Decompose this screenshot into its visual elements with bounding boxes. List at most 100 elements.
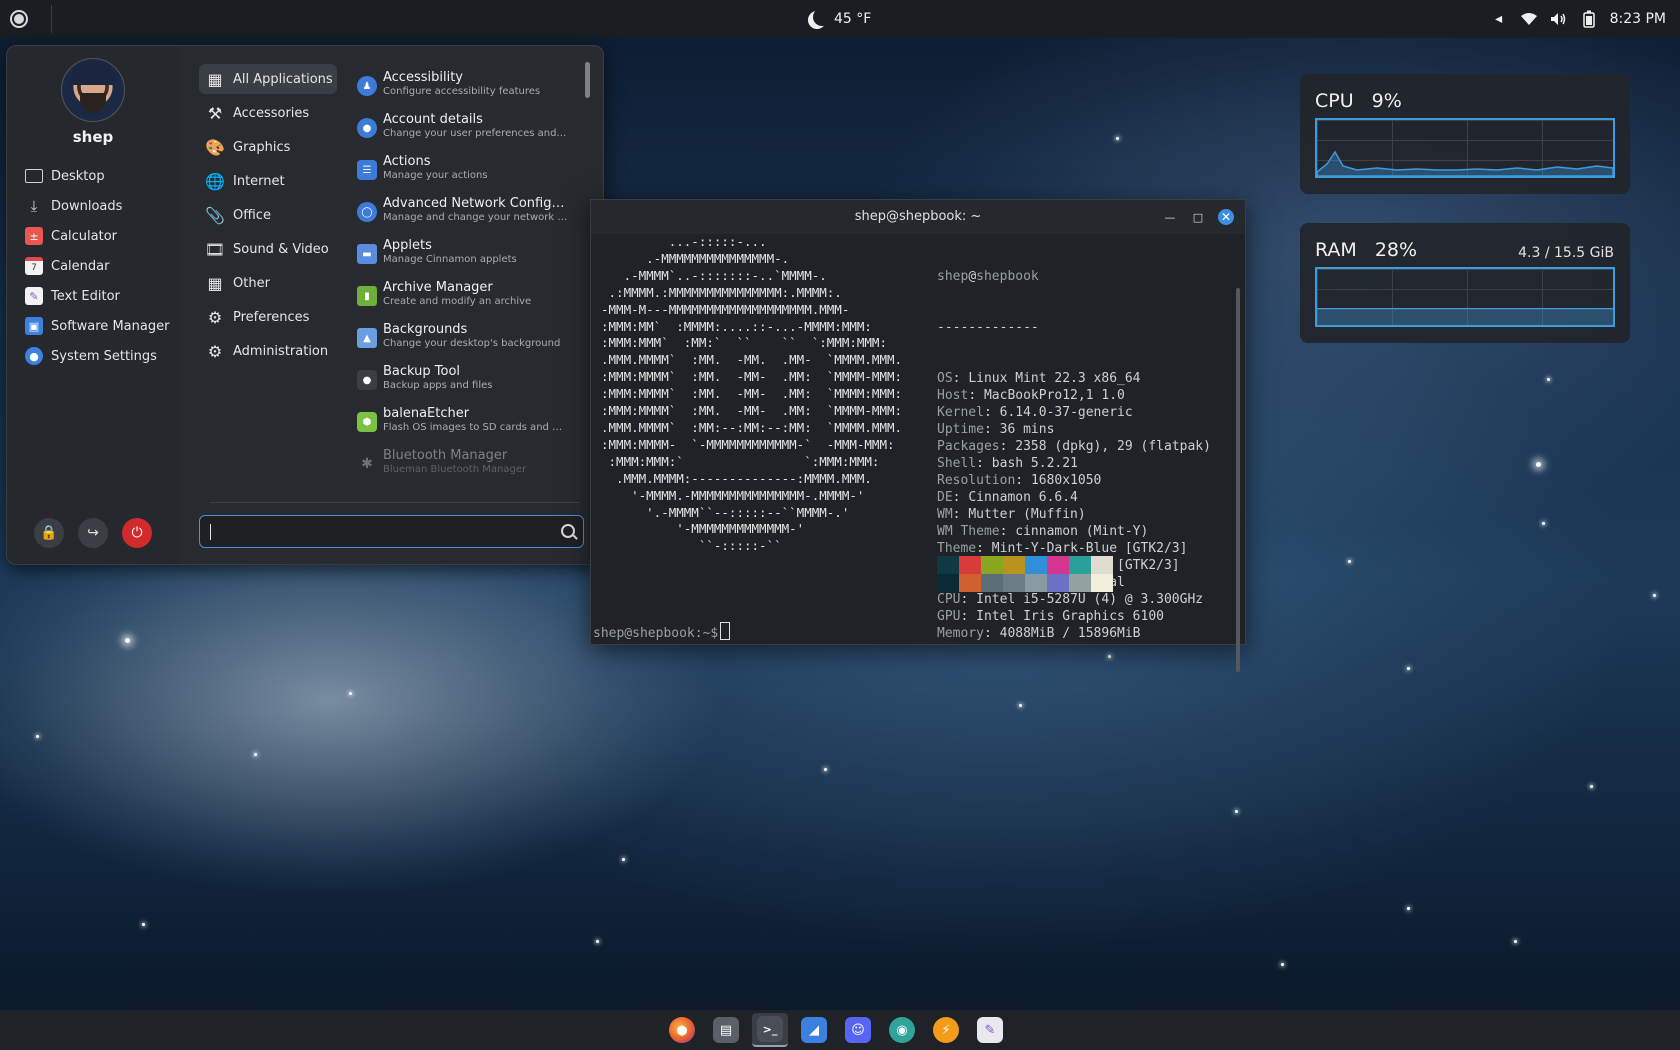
taskbar-terminal[interactable]: >_ xyxy=(752,1013,788,1047)
info-key: Uptime xyxy=(937,422,984,437)
apps-scrollbar[interactable] xyxy=(585,62,590,98)
color-palette xyxy=(937,556,1119,592)
terminal-scrollbar[interactable] xyxy=(1236,288,1240,672)
cpu-percent: 9% xyxy=(1371,90,1402,112)
lock-button[interactable]: 🔒 xyxy=(34,518,64,548)
taskbar-bookmark-app[interactable]: ◢ xyxy=(796,1013,832,1047)
app-account-details[interactable]: ● Account details Change your user prefe… xyxy=(351,112,568,152)
taskbar-bolt-app[interactable]: ⚡ xyxy=(928,1013,964,1047)
maximize-icon: □ xyxy=(1192,210,1204,224)
app-advanced-network[interactable]: ◯ Advanced Network Configura... Manage a… xyxy=(351,196,568,236)
app-backgrounds[interactable]: ▲ Backgrounds Change your desktop's back… xyxy=(351,322,563,362)
taskbar-chat-app[interactable]: ◉ xyxy=(884,1013,920,1047)
taskbar-discord[interactable]: ☺ xyxy=(840,1013,876,1047)
info-line: GPU: Intel Iris Graphics 6100 xyxy=(937,608,1211,625)
main-menu-button[interactable] xyxy=(0,0,38,38)
category-label: All Applications xyxy=(233,71,333,87)
info-value: Intel Iris Graphics 6100 xyxy=(976,609,1164,624)
app-name: Applets xyxy=(383,238,432,253)
info-value: Mint-Y-Dark-Blue [GTK2/3] xyxy=(991,541,1188,556)
info-colon: : xyxy=(983,405,1000,420)
palette-swatch xyxy=(1091,574,1113,592)
maximize-button[interactable]: □ xyxy=(1190,209,1206,225)
info-colon: : xyxy=(960,609,977,624)
info-value: Mutter (Muffin) xyxy=(968,507,1086,522)
backgrounds-icon: ▲ xyxy=(357,328,377,348)
app-backup-tool[interactable]: ● Backup Tool Backup apps and files xyxy=(351,364,563,404)
favorite-label: System Settings xyxy=(51,348,157,364)
info-line: Resolution: 1680x1050 xyxy=(937,472,1211,489)
category-sound-video[interactable]: 🎞 Sound & Video xyxy=(199,234,329,264)
taskbar-text-editor[interactable]: ✎ xyxy=(972,1013,1008,1047)
terminal-content[interactable]: ...-:::::-... .-MMMMMMMMMMMMMMM-. .-MMMM… xyxy=(591,234,1245,672)
category-label: Accessories xyxy=(233,105,310,121)
info-value: Intel i5-5287U (4) @ 3.300GHz xyxy=(976,592,1204,607)
app-description: Change your user preferences and pa... xyxy=(383,128,568,139)
info-colon: : xyxy=(968,388,984,403)
info-line: Theme: Mint-Y-Dark-Blue [GTK2/3] xyxy=(937,540,1211,557)
taskbar-firefox[interactable]: ● xyxy=(664,1013,700,1047)
close-button[interactable]: ✕ xyxy=(1218,209,1234,225)
minimize-button[interactable]: — xyxy=(1162,209,1178,225)
avatar[interactable] xyxy=(61,58,125,122)
etcher-icon: ⬢ xyxy=(357,412,377,432)
app-description: Manage Cinnamon applets xyxy=(383,254,517,265)
info-line: WM: Mutter (Muffin) xyxy=(937,506,1211,523)
info-value: Linux Mint 22.3 x86_64 xyxy=(968,371,1141,386)
menu-search-input[interactable] xyxy=(199,515,584,548)
favorite-calendar[interactable]: 7 Calendar xyxy=(25,252,109,280)
app-accessibility[interactable]: ♟ Accessibility Configure accessibility … xyxy=(351,70,563,110)
category-office[interactable]: 📎 Office xyxy=(199,200,329,230)
cpu-desklet[interactable]: CPU 9% xyxy=(1300,74,1630,194)
shutdown-button[interactable]: ⏻ xyxy=(122,518,152,548)
app-applets[interactable]: ▬ Applets Manage Cinnamon applets xyxy=(351,238,563,278)
settings-icon: ● xyxy=(25,347,43,365)
panel-separator xyxy=(51,5,52,33)
power-icon: ⏻ xyxy=(131,525,143,541)
wifi-icon[interactable] xyxy=(1520,10,1538,28)
app-actions[interactable]: ☰ Actions Manage your actions xyxy=(351,154,563,194)
neofetch-logo: ...-:::::-... .-MMMMMMMMMMMMMMM-. .-MMMM… xyxy=(601,234,903,554)
category-internet[interactable]: 🌐 Internet xyxy=(199,166,329,196)
palette-icon: 🎨 xyxy=(205,137,225,157)
info-key: Packages xyxy=(937,439,1000,454)
favorite-downloads[interactable]: ⤓ Downloads xyxy=(25,192,123,220)
info-value: 1680x1050 xyxy=(1030,473,1102,488)
logout-button[interactable]: ↪ xyxy=(78,518,108,548)
info-value: 4088MiB / 15896MiB xyxy=(999,626,1141,641)
favorite-desktop[interactable]: Desktop xyxy=(25,162,105,190)
favorite-text-editor[interactable]: ✎ Text Editor xyxy=(25,282,120,310)
taskbar-files[interactable]: ▤ xyxy=(708,1013,744,1047)
category-preferences[interactable]: ⚙ Preferences xyxy=(199,302,329,332)
weather-applet[interactable]: 45 °F xyxy=(808,6,871,32)
app-bluetooth-manager[interactable]: ✱ Bluetooth Manager Blueman Bluetooth Ma… xyxy=(351,448,563,488)
app-name: Accessibility xyxy=(383,70,463,85)
volume-icon[interactable] xyxy=(1550,10,1568,28)
category-all-applications[interactable]: ▦ All Applications xyxy=(199,64,337,94)
avatar-beard xyxy=(80,93,106,113)
palette-swatch xyxy=(981,556,1003,574)
category-administration[interactable]: ⚙ Administration xyxy=(199,336,329,366)
ram-desklet[interactable]: RAM 28% 4.3 / 15.5 GiB xyxy=(1300,223,1630,343)
category-other[interactable]: ▦ Other xyxy=(199,268,329,298)
text-caret xyxy=(210,524,211,540)
category-accessories[interactable]: ⚒ Accessories xyxy=(199,98,329,128)
terminal-cursor xyxy=(720,622,731,640)
favorite-calculator[interactable]: ± Calculator xyxy=(25,222,117,250)
tray-expand-icon[interactable]: ◂ xyxy=(1490,10,1508,28)
category-graphics[interactable]: 🎨 Graphics xyxy=(199,132,329,162)
info-line: OS: Linux Mint 22.3 x86_64 xyxy=(937,370,1211,387)
clock[interactable]: 8:23 PM xyxy=(1610,11,1666,27)
palette-swatch xyxy=(959,574,981,592)
gear-icon: ⚙ xyxy=(207,341,223,361)
app-archive-manager[interactable]: ▮ Archive Manager Create and modify an a… xyxy=(351,280,563,320)
app-description: Backup apps and files xyxy=(383,380,493,391)
battery-icon[interactable] xyxy=(1580,10,1598,28)
calendar-icon: 7 xyxy=(25,257,43,275)
favorite-system-settings[interactable]: ● System Settings xyxy=(25,342,157,370)
app-balena-etcher[interactable]: ⬢ balenaEtcher Flash OS images to SD car… xyxy=(351,406,568,446)
info-colon: : xyxy=(983,422,1000,437)
terminal-titlebar[interactable]: shep@shepbook: ~ — □ ✕ xyxy=(591,200,1245,234)
info-key: DE xyxy=(937,490,953,505)
favorite-software-manager[interactable]: ▣ Software Manager xyxy=(25,312,169,340)
